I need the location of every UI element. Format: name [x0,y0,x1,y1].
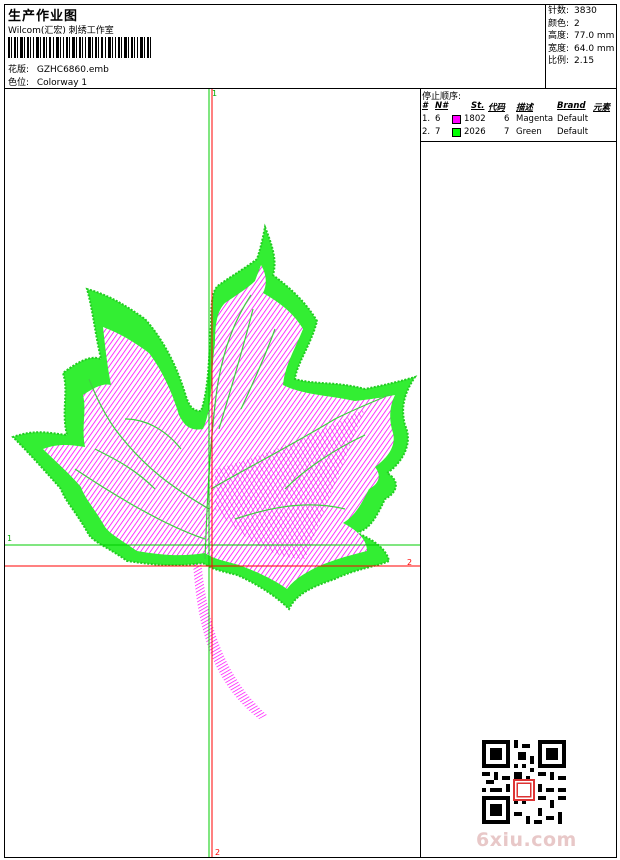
marker-v-green: 1 [212,89,217,98]
stat-scale: 比例: 2.15 [548,56,595,66]
color-swatch-magenta [452,115,461,124]
col-element-header: 元素 [593,103,611,113]
marker-h-red: 2 [407,558,412,567]
table-row: 1. 6 1802 6 Magenta Default [422,114,589,124]
company-name: Wilcom(汇宏) 刺绣工作室 [8,26,114,36]
color-swatch-green [452,128,461,137]
table-bottom-divider [420,141,617,142]
table-header-row: # N# St. 代码 描述 Brand 元素 [421,101,617,114]
sheet-title: 生产作业图 [8,9,79,24]
col-stitches-header: St. [471,101,485,111]
col-needle-header: N# [435,101,449,111]
embroidery-preview: 1 1 2 2 [5,89,420,857]
design-file-value: GZHC6860.emb [36,65,109,75]
marker-h-green: 1 [7,534,12,543]
stat-stitches: 针数: 3830 [548,6,597,16]
stat-height: 高度: 77.0 mm [548,31,615,41]
qr-code-image [482,740,566,824]
design-file-row: 花版: GZHC6860.emb [8,62,109,75]
colorway-row: 色位: Colorway 1 [8,75,87,88]
col-desc-header: 描述 [516,103,534,113]
stat-width: 宽度: 64.0 mm [548,43,615,54]
stats-divider [545,4,546,88]
col-brand-header: Brand [557,101,586,111]
design-stats: 针数: 3830 颜色: 2 高度: 77.0 mm 宽度: 64.0 mm 比例: 2.… [548,5,614,68]
site-watermark: 6xiu.com [476,829,577,851]
barcode-image [8,37,151,58]
col-index-header: # [422,101,428,111]
marker-v-red: 2 [215,848,220,857]
panel-divider [420,88,421,858]
stat-colors: 颜色: 2 [548,18,580,29]
design-file-label: 花版: [8,65,30,75]
colorway-value: Colorway 1 [36,78,88,88]
table-row: 2. 7 2026 7 Green Default [422,127,589,137]
stop-sequence-table: # N# St. 代码 描述 Brand 元素 1. 6 1802 6 Mage… [421,101,617,140]
colorway-label: 色位: [8,78,30,88]
col-code-header: 代码 [488,103,506,113]
